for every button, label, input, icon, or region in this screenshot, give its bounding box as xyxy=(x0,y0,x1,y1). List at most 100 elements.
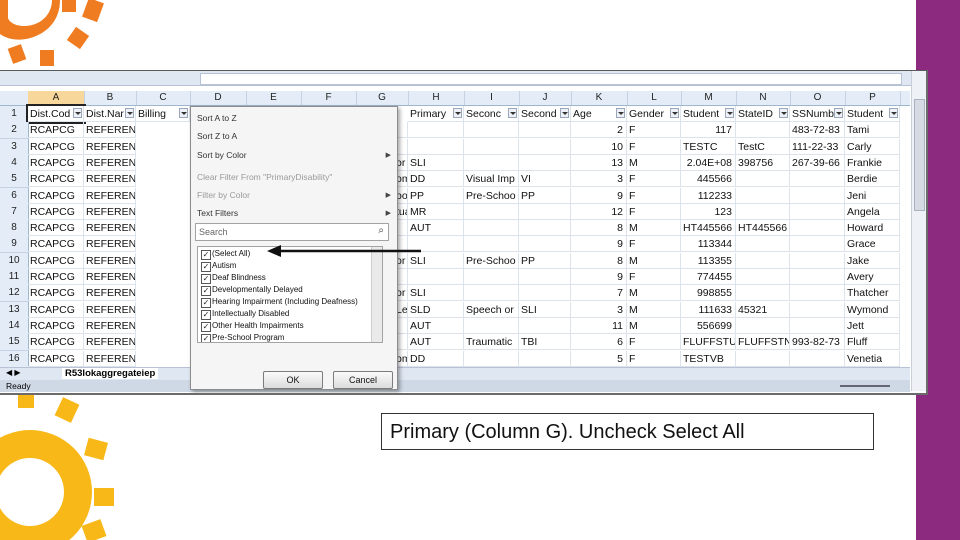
table-cell[interactable]: 483-72-83 xyxy=(790,122,845,139)
header-cell[interactable]: Second xyxy=(519,106,571,122)
table-cell[interactable]: 998855 xyxy=(681,285,736,302)
filter-option-label[interactable]: Deaf Blindness xyxy=(212,273,266,282)
table-cell[interactable] xyxy=(464,122,519,139)
sort-za-item[interactable]: Sort Z to A xyxy=(197,131,237,141)
table-cell[interactable]: 11 xyxy=(571,317,627,334)
filter-dropdown-icon[interactable] xyxy=(889,108,898,118)
table-cell[interactable] xyxy=(736,187,790,204)
table-cell[interactable]: Grace xyxy=(845,236,900,253)
sort-by-color-item[interactable]: Sort by Color xyxy=(197,150,247,160)
table-cell[interactable]: 9 xyxy=(571,187,627,204)
table-cell[interactable]: 8 xyxy=(571,252,627,269)
table-cell[interactable] xyxy=(464,350,519,367)
table-cell[interactable]: TestC xyxy=(736,138,790,155)
table-cell[interactable]: 8 xyxy=(571,220,627,237)
table-cell[interactable] xyxy=(790,203,845,220)
table-cell[interactable]: PP xyxy=(408,187,464,204)
table-cell[interactable]: RCAPCG xyxy=(28,252,84,269)
table-cell[interactable]: F xyxy=(627,236,681,253)
sort-az-item[interactable]: Sort A to Z xyxy=(197,113,237,123)
table-cell[interactable]: F xyxy=(627,350,681,367)
table-cell[interactable]: REFERENCE SYST xyxy=(84,203,136,220)
column-header[interactable]: J xyxy=(519,91,572,105)
table-cell[interactable]: 5 xyxy=(571,350,627,367)
filter-by-color-item[interactable]: Filter by Color xyxy=(197,190,250,200)
header-cell[interactable]: SSNumb xyxy=(790,106,845,122)
column-header[interactable]: P xyxy=(845,91,901,105)
sheet-nav-icon[interactable]: ◀ ▶ xyxy=(6,368,21,377)
table-cell[interactable]: F xyxy=(627,171,681,188)
table-cell[interactable]: 112233 xyxy=(681,187,736,204)
column-header[interactable]: M xyxy=(681,91,737,105)
row-number[interactable]: 15 xyxy=(0,334,29,352)
filter-checkbox[interactable]: ✓ xyxy=(201,274,211,284)
row-number[interactable]: 10 xyxy=(0,252,29,270)
row-number[interactable]: 8 xyxy=(0,220,29,238)
table-cell[interactable]: Fluff xyxy=(845,334,900,351)
table-cell[interactable]: M xyxy=(627,220,681,237)
table-cell[interactable] xyxy=(519,122,571,139)
filter-option-label[interactable]: Autism xyxy=(212,261,236,270)
table-cell[interactable]: RCAPCG xyxy=(28,138,84,155)
table-cell[interactable]: DD xyxy=(408,350,464,367)
table-cell[interactable]: PP xyxy=(519,187,571,204)
table-cell[interactable] xyxy=(464,285,519,302)
row-number[interactable]: 1 xyxy=(0,106,29,123)
table-cell[interactable]: F xyxy=(627,203,681,220)
table-cell[interactable]: M xyxy=(627,154,681,171)
table-cell[interactable]: REFERENCE SYST xyxy=(84,350,136,367)
table-cell[interactable] xyxy=(790,236,845,253)
row-number[interactable]: 14 xyxy=(0,317,29,335)
filter-checkbox[interactable]: ✓ xyxy=(201,334,211,342)
table-cell[interactable]: REFERENCE SYST xyxy=(84,252,136,269)
filter-dropdown-icon[interactable] xyxy=(453,108,462,118)
table-cell[interactable]: M xyxy=(627,301,681,318)
row-number[interactable]: 2 xyxy=(0,122,29,140)
table-cell[interactable]: SLI xyxy=(408,154,464,171)
filter-checkbox[interactable]: ✓ xyxy=(201,286,211,296)
table-cell[interactable]: F xyxy=(627,138,681,155)
table-cell[interactable] xyxy=(464,269,519,285)
table-cell[interactable]: Pre-Schoo xyxy=(464,252,519,269)
cancel-button[interactable]: Cancel xyxy=(333,371,393,389)
table-cell[interactable] xyxy=(736,252,790,269)
table-cell[interactable] xyxy=(464,203,519,220)
table-cell[interactable] xyxy=(464,236,519,253)
table-cell[interactable] xyxy=(790,285,845,302)
table-cell[interactable]: REFERENCE SYST xyxy=(84,220,136,237)
filter-checkbox[interactable]: ✓ xyxy=(201,322,211,332)
table-cell[interactable]: Pre-Schoo xyxy=(464,187,519,204)
table-cell[interactable]: 113355 xyxy=(681,252,736,269)
table-cell[interactable] xyxy=(790,350,845,367)
column-header[interactable]: G xyxy=(356,91,409,105)
table-cell[interactable]: 267-39-66 xyxy=(790,154,845,171)
zoom-slider[interactable] xyxy=(840,385,890,387)
column-header[interactable]: H xyxy=(408,91,465,105)
table-cell[interactable] xyxy=(790,171,845,188)
table-cell[interactable]: 7 xyxy=(571,285,627,302)
table-cell[interactable]: HT445566 xyxy=(681,220,736,237)
table-cell[interactable]: SLD xyxy=(408,301,464,318)
table-cell[interactable]: 774455 xyxy=(681,269,736,285)
header-cell[interactable]: Student xyxy=(681,106,736,122)
filter-checkbox[interactable]: ✓ xyxy=(201,250,211,260)
clear-filter-item[interactable]: Clear Filter From "PrimaryDisability" xyxy=(197,172,332,182)
table-cell[interactable] xyxy=(790,187,845,204)
row-number[interactable]: 7 xyxy=(0,203,29,221)
table-cell[interactable]: RCAPCG xyxy=(28,171,84,188)
table-cell[interactable]: Traumatic xyxy=(464,334,519,351)
table-cell[interactable]: Tami xyxy=(845,122,900,139)
table-cell[interactable]: REFERENCE SYST xyxy=(84,317,136,334)
column-header[interactable]: N xyxy=(736,91,791,105)
table-cell[interactable]: REFERENCE SYST xyxy=(84,187,136,204)
table-cell[interactable] xyxy=(519,269,571,285)
ok-button[interactable]: OK xyxy=(263,371,323,389)
table-cell[interactable] xyxy=(464,317,519,334)
header-cell[interactable]: Seconc xyxy=(464,106,519,122)
sheet-tab[interactable]: R53lokaggregateiep xyxy=(62,368,159,379)
filter-option-label[interactable]: Developmentally Delayed xyxy=(212,285,303,294)
table-cell[interactable] xyxy=(736,236,790,253)
table-cell[interactable]: 556699 xyxy=(681,317,736,334)
row-number[interactable]: 5 xyxy=(0,171,29,189)
table-cell[interactable] xyxy=(790,301,845,318)
